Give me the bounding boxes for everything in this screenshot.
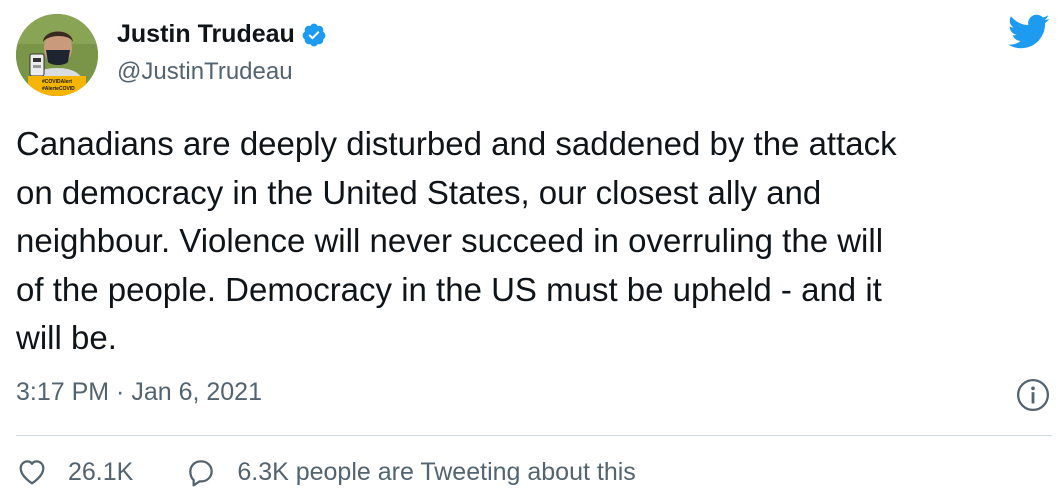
divider [16,435,1052,436]
author-name-row: Justin Trudeau [117,20,327,49]
heart-icon [19,460,45,485]
like-count: 26.1K [68,457,134,486]
info-icon[interactable] [1016,378,1050,412]
discussion-link[interactable]: 6.3K people are Tweeting about this [185,456,636,488]
avatar-badge-line2: #AlerteCOVID [42,86,75,92]
tweet-text: Canadians are deeply disturbed and sadde… [16,125,897,356]
author-handle[interactable]: @JustinTrudeau [117,58,293,86]
twitter-bird-icon[interactable] [1008,14,1050,50]
tweet-actions: 26.1K 6.3K people are Tweeting about thi… [16,456,636,488]
like-button[interactable]: 26.1K [16,456,133,488]
discussion-text: 6.3K people are Tweeting about this [237,457,636,486]
avatar-badge-line1: #COVIDAlert [42,79,73,85]
avatar[interactable]: #COVIDAlert #AlerteCOVID [16,14,98,96]
author-name[interactable]: Justin Trudeau [117,20,295,49]
speech-bubble-icon [189,460,214,487]
tweet-timestamp[interactable]: 3:17 PM · Jan 6, 2021 [16,378,262,407]
verified-badge-icon [302,23,326,46]
